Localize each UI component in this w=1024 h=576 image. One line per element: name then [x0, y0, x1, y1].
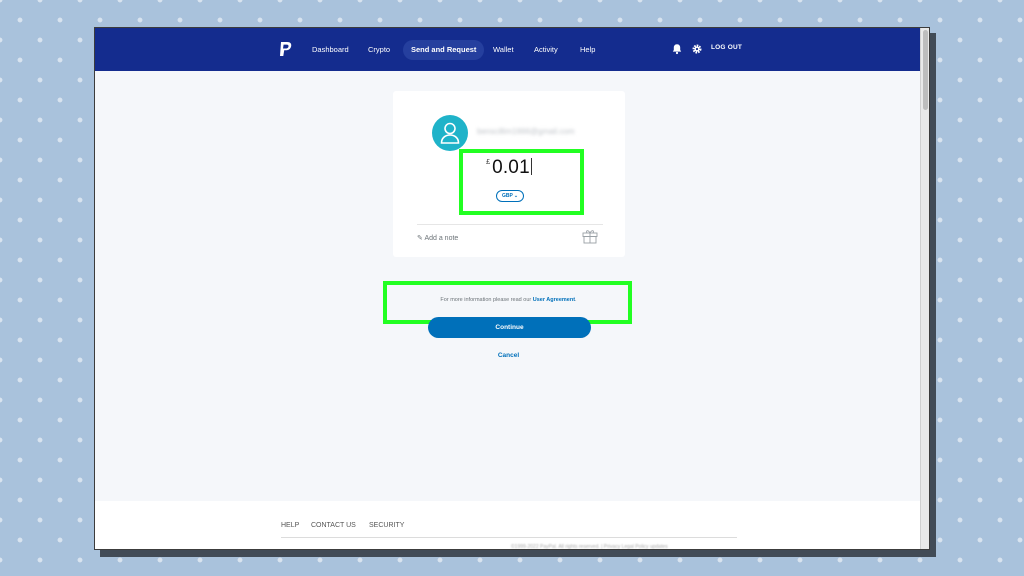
- recipient-email: benscillim1666@gmail.com: [477, 127, 575, 136]
- add-note-label: Add a note: [424, 235, 459, 242]
- footer-contact-us-link[interactable]: CONTACT US: [311, 522, 356, 529]
- pencil-icon: ✎: [417, 235, 423, 242]
- page-footer: HELP CONTACT US SECURITY ©1999-2022 PayP…: [95, 501, 922, 550]
- vertical-scrollbar[interactable]: [920, 28, 929, 549]
- footer-help-link[interactable]: HELP: [281, 522, 299, 529]
- footer-fine-print: ©1999-2022 PayPal. All rights reserved. …: [511, 544, 668, 550]
- nav-send-and-request[interactable]: Send and Request: [403, 40, 485, 60]
- logout-link[interactable]: LOG OUT: [711, 44, 742, 51]
- cancel-link[interactable]: Cancel: [95, 352, 922, 359]
- paypal-logo-icon[interactable]: [279, 41, 293, 58]
- recipient-avatar: [432, 115, 468, 151]
- nav-wallet[interactable]: Wallet: [486, 40, 521, 60]
- gift-icon[interactable]: [581, 228, 599, 244]
- card-divider: [417, 224, 603, 225]
- nav-crypto[interactable]: Crypto: [361, 40, 397, 60]
- nav-activity[interactable]: Activity: [527, 40, 565, 60]
- top-navbar: Dashboard Crypto Send and Request Wallet…: [95, 28, 922, 71]
- footer-security-link[interactable]: SECURITY: [369, 522, 404, 529]
- browser-window: Dashboard Crypto Send and Request Wallet…: [94, 27, 930, 550]
- amount-highlight-box: [459, 149, 584, 215]
- settings-gear-icon[interactable]: [691, 43, 703, 55]
- scrollbar-thumb[interactable]: [923, 30, 928, 110]
- nav-help[interactable]: Help: [573, 40, 602, 60]
- add-note-link[interactable]: ✎ Add a note: [417, 234, 458, 242]
- continue-button[interactable]: Continue: [428, 317, 591, 338]
- nav-dashboard[interactable]: Dashboard: [305, 40, 356, 60]
- footer-divider: [281, 537, 737, 538]
- user-icon: [440, 122, 460, 144]
- notification-bell-icon[interactable]: [671, 43, 683, 55]
- main-content: benscillim1666@gmail.com £0.01 GBP⌄ ✎ Ad…: [95, 71, 922, 501]
